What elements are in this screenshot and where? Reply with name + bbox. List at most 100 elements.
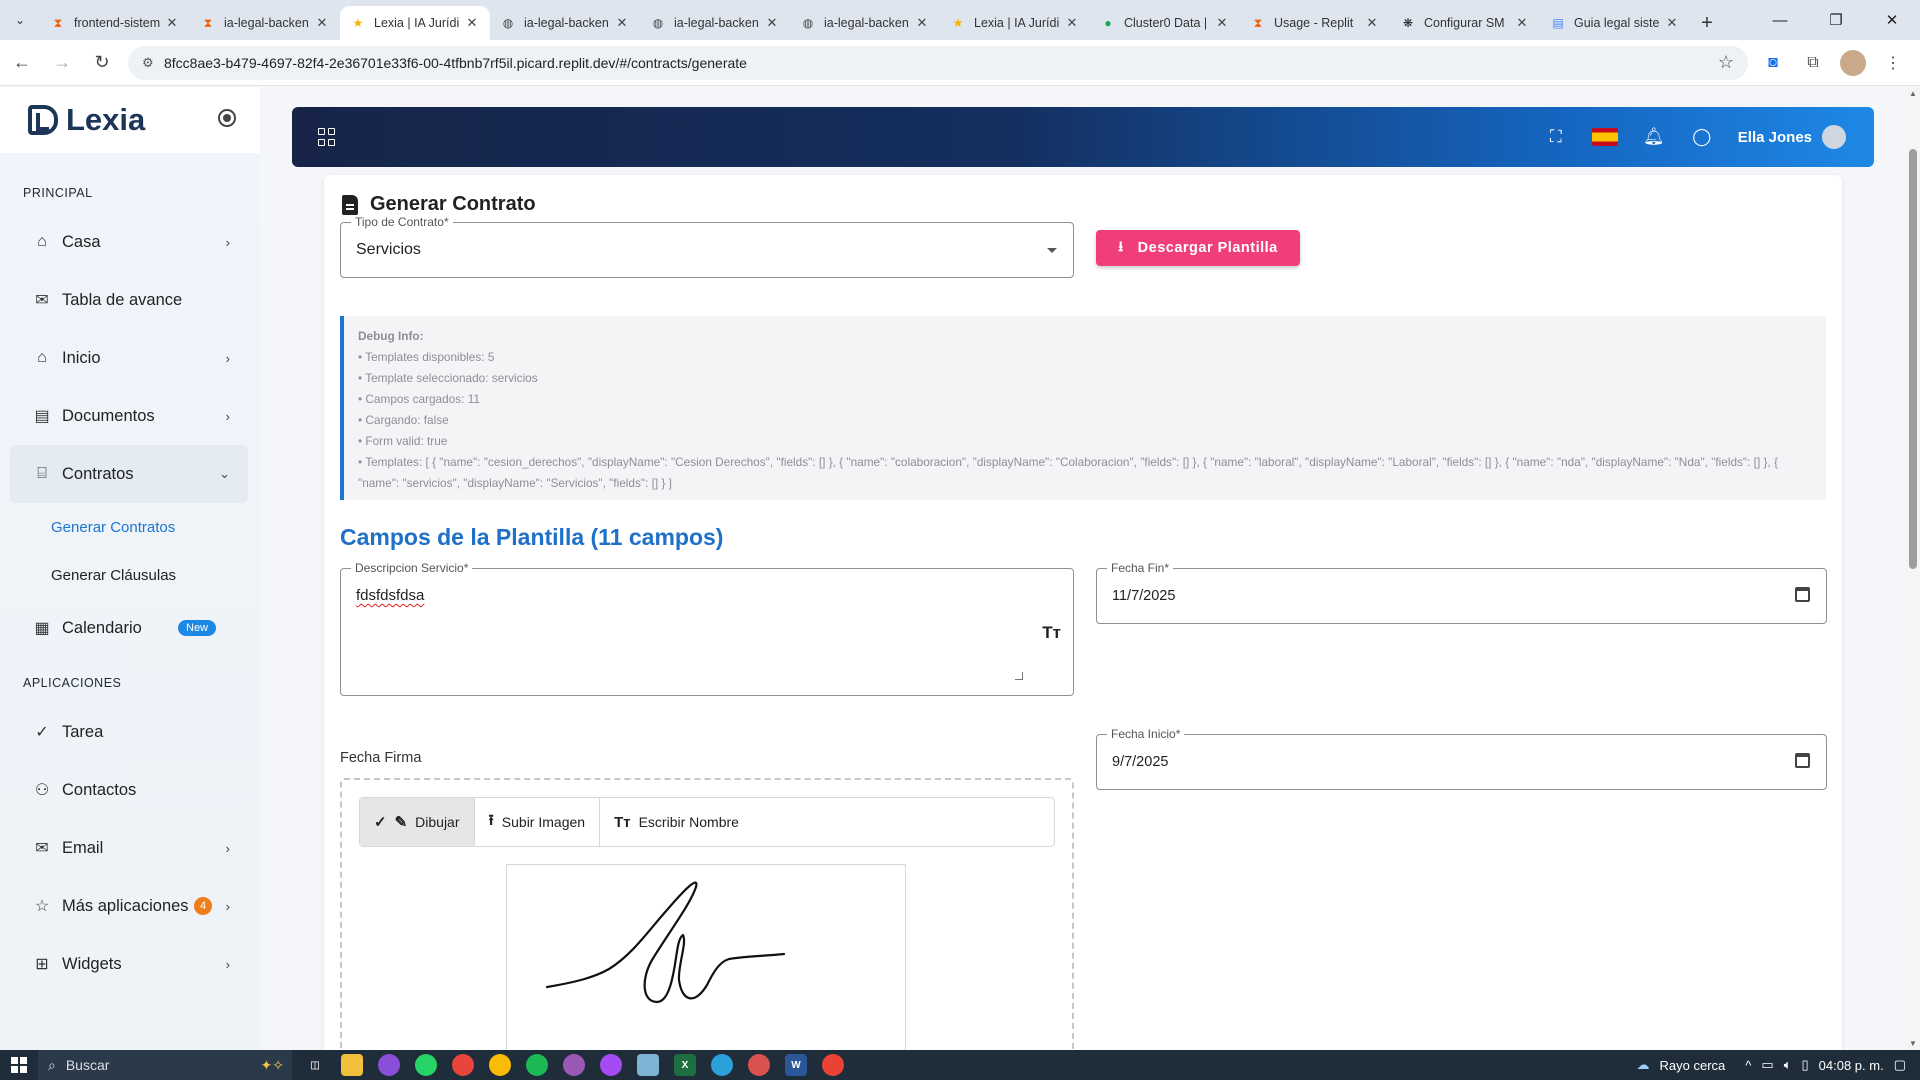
browser-tab[interactable]: ⧗ frontend-sistem ✕ — [40, 6, 190, 40]
scrollbar-thumb[interactable] — [1909, 149, 1917, 569]
browser-tab[interactable]: ◍ ia-legal-backen ✕ — [640, 6, 790, 40]
close-window-icon[interactable]: ✕ — [1864, 0, 1920, 40]
contract-type-select[interactable]: Tipo de Contrato* Servicios — [340, 215, 1074, 278]
sidebar-sub-generar-clausulas[interactable]: Generar Cláusulas — [0, 551, 260, 599]
fecha-fin-field[interactable]: Fecha Fin* 11/7/2025 — [1096, 561, 1827, 624]
sidebar-item-contactos[interactable]: ⚇ Contactos — [10, 761, 248, 819]
reload-icon[interactable]: ↻ — [84, 45, 120, 81]
notepad-icon[interactable] — [637, 1054, 659, 1076]
calendar-icon[interactable] — [1795, 587, 1810, 602]
close-tab-icon[interactable]: ✕ — [1514, 15, 1530, 31]
close-tab-icon[interactable]: ✕ — [314, 15, 330, 31]
excel-icon[interactable]: X — [674, 1054, 696, 1076]
chrome-alt-icon[interactable] — [489, 1054, 511, 1076]
app-red-icon[interactable] — [748, 1054, 770, 1076]
close-tab-icon[interactable]: ✕ — [764, 15, 780, 31]
sidebar-item-email[interactable]: ✉ Email › — [10, 819, 248, 877]
browser-tab[interactable]: ⧗ ia-legal-backen ✕ — [190, 6, 340, 40]
tab-subir-imagen[interactable]: ⭱ Subir Imagen — [475, 798, 601, 846]
text-format-icon[interactable]: Tт — [1042, 623, 1061, 643]
sidebar-item-mas-aplicaciones[interactable]: ☆ Más aplicaciones 4 › — [10, 877, 248, 935]
browser-tab[interactable]: ◍ ia-legal-backen ✕ — [490, 6, 640, 40]
tab-search-chevron-icon[interactable]: ⌄ — [0, 0, 40, 40]
sidebar-item-casa[interactable]: ⌂ Casa › — [10, 213, 248, 271]
download-template-button[interactable]: ⭳ Descargar Plantilla — [1096, 230, 1300, 266]
browser-tab[interactable]: ❋ Configurar SM ✕ — [1390, 6, 1540, 40]
bell-icon[interactable]: 🔔︎ — [1642, 125, 1666, 149]
scroll-up-icon[interactable]: ▲ — [1909, 89, 1917, 98]
close-tab-icon[interactable]: ✕ — [1064, 15, 1080, 31]
close-tab-icon[interactable]: ✕ — [914, 15, 930, 31]
page-scrollbar[interactable]: ▲ ▼ — [1906, 87, 1920, 1050]
battery-icon[interactable]: ▯ — [1802, 1057, 1809, 1073]
new-tab-button[interactable]: + — [1690, 6, 1724, 40]
descripcion-servicio-field[interactable]: Descripcion Servicio* fdsfdsfdsa Tт — [340, 561, 1074, 696]
notifications-icon[interactable]: ▢ — [1894, 1057, 1906, 1073]
minimize-icon[interactable]: — — [1752, 0, 1808, 40]
scroll-down-icon[interactable]: ▼ — [1909, 1039, 1917, 1048]
chrome-icon[interactable] — [452, 1054, 474, 1076]
bookmark-star-icon[interactable]: ☆ — [1718, 52, 1734, 73]
clock-text[interactable]: 04:08 p. m. — [1819, 1058, 1884, 1073]
browser-tab[interactable]: ★ Lexia | IA Jurídi ✕ — [340, 6, 490, 40]
browser-tab[interactable]: ★ Lexia | IA Jurídi ✕ — [940, 6, 1090, 40]
close-tab-icon[interactable]: ✕ — [1364, 15, 1380, 31]
app-violet-icon[interactable] — [563, 1054, 585, 1076]
tab-escribir-nombre[interactable]: Tт Escribir Nombre — [600, 798, 753, 846]
word-icon[interactable]: W — [785, 1054, 807, 1076]
sidebar-item-widgets[interactable]: ⊞ Widgets › — [10, 935, 248, 993]
browser-tab[interactable]: ▤ Guia legal siste ✕ — [1540, 6, 1690, 40]
close-tab-icon[interactable]: ✕ — [164, 15, 180, 31]
spain-flag-icon[interactable] — [1591, 128, 1618, 146]
close-tab-icon[interactable]: ✕ — [614, 15, 630, 31]
speaker-icon[interactable]: 🔈︎ — [1784, 1057, 1792, 1073]
sidebar-toggle-icon[interactable] — [218, 109, 236, 127]
sidebar-item-documentos[interactable]: ▤ Documentos › — [10, 387, 248, 445]
spotify-icon[interactable] — [526, 1054, 548, 1076]
fullscreen-icon[interactable]: ⛶ — [1544, 125, 1568, 149]
chrome-profile-icon[interactable] — [822, 1054, 844, 1076]
close-tab-icon[interactable]: ✕ — [464, 15, 480, 31]
back-icon[interactable]: ← — [4, 45, 40, 81]
sidebar-item-tabla-de-avance[interactable]: ✉ Tabla de avance — [10, 271, 248, 329]
user-name[interactable]: Ella Jones — [1738, 129, 1812, 146]
browser-tab[interactable]: ◍ ia-legal-backen ✕ — [790, 6, 940, 40]
extensions-icon[interactable]: ⧉ — [1800, 50, 1826, 76]
file-explorer-icon[interactable] — [341, 1054, 363, 1076]
app-violet2-icon[interactable] — [600, 1054, 622, 1076]
site-info-icon[interactable]: ⚙ — [142, 55, 164, 71]
app-purple-icon[interactable] — [378, 1054, 400, 1076]
weather-text[interactable]: Rayo cerca — [1660, 1058, 1726, 1073]
chat-icon[interactable]: ◯ — [1690, 125, 1714, 149]
fecha-inicio-field[interactable]: Fecha Inicio* 9/7/2025 — [1096, 727, 1827, 790]
fecha-inicio-value: 9/7/2025 — [1112, 754, 1169, 770]
task-view-icon[interactable]: ◫ — [304, 1054, 326, 1076]
forward-icon[interactable]: → — [44, 45, 80, 81]
user-avatar[interactable] — [1822, 125, 1846, 149]
sidebar-item-calendario[interactable]: ▦ Calendario New — [10, 599, 248, 657]
taskbar-search[interactable]: ⌕ Buscar ✦✧ — [38, 1050, 292, 1080]
sidebar-item-tarea[interactable]: ✓ Tarea — [10, 703, 248, 761]
sidebar-sub-generar-contratos[interactable]: Generar Contratos — [0, 503, 260, 551]
close-tab-icon[interactable]: ✕ — [1664, 15, 1680, 31]
apps-grid-icon[interactable] — [318, 128, 336, 146]
telegram-icon[interactable] — [711, 1054, 733, 1076]
tab-dibujar[interactable]: ✓ ✎ Dibujar — [360, 798, 475, 846]
restore-icon[interactable]: ❐ — [1808, 0, 1864, 40]
whatsapp-icon[interactable] — [415, 1054, 437, 1076]
browser-tab[interactable]: ● Cluster0 Data | ✕ — [1090, 6, 1240, 40]
close-tab-icon[interactable]: ✕ — [1214, 15, 1230, 31]
signature-canvas[interactable] — [506, 864, 906, 1054]
tray-chevron-icon[interactable]: ^ — [1745, 1058, 1751, 1073]
screen-capture-icon[interactable]: ◙ — [1760, 50, 1786, 76]
calendar-icon[interactable] — [1795, 753, 1810, 768]
address-bar[interactable]: ⚙ 8fcc8ae3-b479-4697-82f4-2e36701e33f6-0… — [128, 45, 1748, 80]
windows-start-icon[interactable] — [0, 1057, 38, 1073]
network-icon[interactable]: ▭ — [1761, 1057, 1773, 1073]
profile-avatar[interactable] — [1840, 49, 1866, 76]
resize-handle-icon[interactable] — [1015, 672, 1023, 680]
browser-menu-icon[interactable]: ⋮ — [1880, 50, 1906, 76]
sidebar-item-contratos[interactable]: ⌸ Contratos ⌄ — [10, 445, 248, 503]
sidebar-item-inicio[interactable]: ⌂ Inicio › — [10, 329, 248, 387]
browser-tab[interactable]: ⧗ Usage - Replit ✕ — [1240, 6, 1390, 40]
